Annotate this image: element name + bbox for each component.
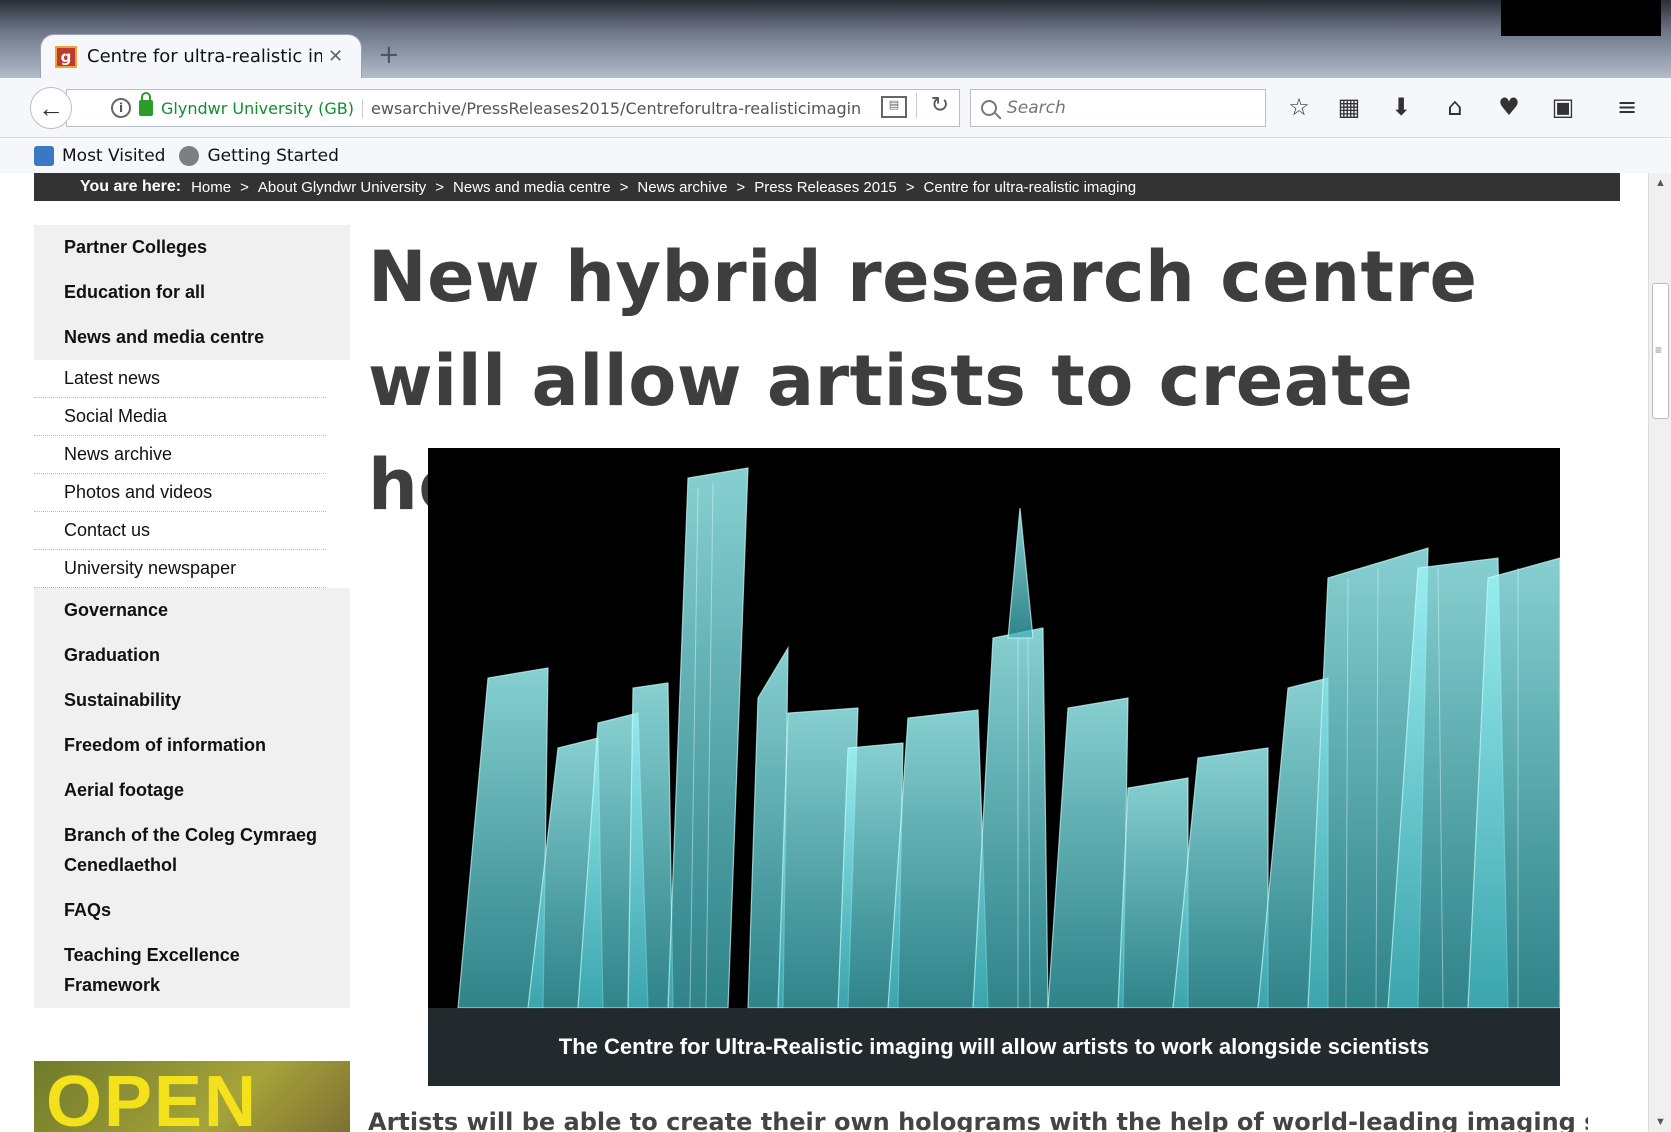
breadcrumb-label: You are here:	[80, 178, 182, 195]
browser-window: g Centre for ultra-realistic imag ✕ + i …	[0, 0, 1671, 1132]
reload-icon[interactable]: ↻	[915, 93, 949, 118]
bookmark-most-visited[interactable]: Most Visited	[34, 146, 165, 166]
scroll-down-arrow-icon[interactable]: ▼	[1655, 1116, 1666, 1128]
site-info-icon[interactable]: i	[111, 98, 131, 118]
search-input[interactable]	[1007, 98, 1247, 118]
search-icon	[981, 100, 997, 116]
address-bar[interactable]: i Glyndwr University (GB) ewsarchive/Pre…	[66, 89, 960, 127]
promo-text: OPEN	[46, 1062, 259, 1132]
sidebar-item-governance[interactable]: Governance	[34, 588, 350, 633]
breadcrumb-item[interactable]: News and media centre	[453, 179, 611, 196]
reader-view-icon[interactable]: ▤	[881, 96, 907, 118]
navigation-toolbar: i Glyndwr University (GB) ewsarchive/Pre…	[0, 78, 1671, 138]
sidebar-nav: Partner Colleges Education for all News …	[34, 225, 350, 1008]
breadcrumb-item[interactable]: Home	[191, 179, 231, 196]
site-favicon-icon: g	[55, 45, 77, 68]
sidebar-item-freedom-of-information[interactable]: Freedom of information	[34, 723, 350, 768]
breadcrumb-current: Centre for ultra-realistic imaging	[923, 178, 1137, 196]
pocket-icon[interactable]: ♥	[1494, 92, 1524, 122]
sidebar-item-teaching-excellence-framework[interactable]: Teaching Excellence Framework	[34, 933, 350, 1008]
new-tab-button[interactable]: +	[378, 40, 400, 70]
sidebar-item-coleg-cymraeg[interactable]: Branch of the Coleg Cymraeg Cenedlaethol	[34, 813, 350, 888]
page-viewport: You are here: Home > About Glyndwr Unive…	[0, 173, 1648, 1132]
tab-strip: g Centre for ultra-realistic imag ✕ +	[0, 0, 1671, 78]
breadcrumb-separator: >	[905, 178, 915, 196]
bookmark-label: Getting Started	[207, 146, 339, 166]
bookmarks-toolbar: Most Visited Getting Started	[0, 139, 1671, 173]
sidebar-item-sustainability[interactable]: Sustainability	[34, 678, 350, 723]
breadcrumb-separator: >	[736, 178, 746, 196]
bookmark-star-icon[interactable]: ☆	[1284, 92, 1314, 122]
breadcrumb-item[interactable]: About Glyndwr University	[258, 179, 426, 196]
sidebar-item-education-for-all[interactable]: Education for all	[34, 270, 350, 315]
globe-icon	[179, 146, 200, 166]
hologram-city-image: The Centre for Ultra-Realistic imaging w…	[428, 448, 1560, 1086]
extension-icon[interactable]: ▣	[1548, 92, 1578, 122]
sidebar-group-top: Partner Colleges Education for all News …	[34, 225, 350, 360]
breadcrumb-separator: >	[619, 178, 629, 196]
secure-lock-icon[interactable]	[139, 92, 153, 116]
active-tab[interactable]: g Centre for ultra-realistic imag ✕	[40, 34, 362, 78]
breadcrumb-separator: >	[435, 178, 445, 196]
bookmark-getting-started[interactable]: Getting Started	[179, 146, 339, 166]
breadcrumb-item[interactable]: News archive	[637, 179, 727, 196]
hologram-skyline-illustration	[428, 448, 1560, 1086]
vertical-scrollbar[interactable]: ▲ ≡ ▼	[1648, 173, 1671, 1132]
open-day-promo-banner[interactable]: OPEN	[34, 1061, 350, 1132]
sidebar-group-bottom: Governance Graduation Sustainability Fre…	[34, 588, 350, 1008]
home-icon[interactable]: ⌂	[1440, 92, 1470, 122]
sidebar-item-news-and-media-centre[interactable]: News and media centre	[34, 315, 350, 360]
search-box[interactable]	[970, 89, 1266, 127]
site-identity[interactable]: Glyndwr University (GB)	[161, 98, 364, 118]
back-button[interactable]: ←	[30, 87, 72, 129]
sidebar-subitem-contact-us[interactable]: Contact us	[34, 512, 326, 550]
scroll-grip-icon: ≡	[1655, 343, 1663, 357]
article-intro: Artists will be able to create their own…	[368, 1108, 1588, 1132]
sidebar-subitem-photos-and-videos[interactable]: Photos and videos	[34, 474, 326, 512]
sidebar-subnav: Latest news Social Media News archive Ph…	[34, 360, 326, 588]
breadcrumb: You are here: Home > About Glyndwr Unive…	[34, 173, 1620, 201]
hamburger-menu-icon[interactable]: ≡	[1612, 92, 1642, 122]
window-corner	[1501, 0, 1661, 36]
downloads-icon[interactable]: ⬇	[1386, 92, 1416, 122]
sidebar-subitem-university-newspaper[interactable]: University newspaper	[34, 550, 326, 588]
image-caption: The Centre for Ultra-Realistic imaging w…	[428, 1008, 1560, 1086]
tab-close-icon[interactable]: ✕	[328, 46, 343, 67]
bookmarks-menu-icon[interactable]: ▦	[1334, 92, 1364, 122]
sidebar-item-partner-colleges[interactable]: Partner Colleges	[34, 225, 350, 270]
breadcrumb-separator: >	[240, 178, 249, 196]
tab-title: Centre for ultra-realistic imag	[87, 46, 322, 67]
url-text[interactable]: ewsarchive/PressReleases2015/Centreforul…	[371, 99, 861, 118]
scroll-up-arrow-icon[interactable]: ▲	[1655, 177, 1666, 189]
sidebar-subitem-social-media[interactable]: Social Media	[34, 398, 326, 436]
sidebar-item-aerial-footage[interactable]: Aerial footage	[34, 768, 350, 813]
most-visited-icon	[34, 146, 54, 166]
bookmark-label: Most Visited	[62, 146, 166, 166]
breadcrumb-item[interactable]: Press Releases 2015	[754, 179, 897, 196]
sidebar-item-graduation[interactable]: Graduation	[34, 633, 350, 678]
sidebar-subitem-news-archive[interactable]: News archive	[34, 436, 326, 474]
sidebar-subitem-latest-news[interactable]: Latest news	[34, 360, 326, 398]
sidebar-item-faqs[interactable]: FAQs	[34, 888, 350, 933]
